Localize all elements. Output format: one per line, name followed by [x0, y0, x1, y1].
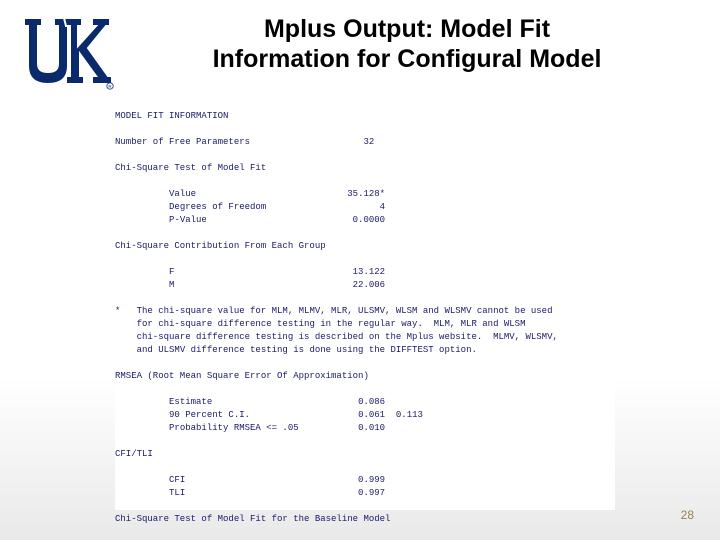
uk-logo-icon: R	[18, 12, 114, 92]
lbl-chisq-value: Value	[169, 189, 196, 199]
output-text: MODEL FIT INFORMATION Number of Free Par…	[115, 110, 615, 540]
val-chisq-df: 4	[380, 202, 385, 212]
lbl-chisq-df: Degrees of Freedom	[169, 202, 266, 212]
val-group-f: 13.122	[353, 267, 385, 277]
lbl-chisq-p: P-Value	[169, 215, 207, 225]
title-line-1: Mplus Output: Model Fit	[264, 15, 550, 43]
lbl-rmsea-p: Probability RMSEA <= .05	[169, 423, 299, 433]
val-tli: 0.997	[358, 488, 385, 498]
val-free-params: 32	[363, 137, 374, 147]
sec-chisq-group: Chi-Square Contribution From Each Group	[115, 241, 326, 251]
val-chisq-p: 0.0000	[353, 215, 385, 225]
uk-logo: R	[18, 12, 114, 92]
mplus-output: MODEL FIT INFORMATION Number of Free Par…	[115, 110, 615, 510]
note-l2: for chi-square difference testing in the…	[137, 319, 526, 329]
note-star: *	[115, 306, 120, 316]
note-l4: and ULSMV difference testing is done usi…	[137, 345, 477, 355]
val-group-m: 22.006	[353, 280, 385, 290]
sec-rmsea: RMSEA (Root Mean Square Error Of Approxi…	[115, 371, 369, 381]
val-rmsea-ci-lo: 0.061	[358, 410, 385, 420]
note-l1: The chi-square value for MLM, MLMV, MLR,…	[137, 306, 553, 316]
lbl-rmsea-est: Estimate	[169, 397, 212, 407]
sec-cfitli: CFI/TLI	[115, 449, 153, 459]
note-l3: chi-square difference testing is describ…	[137, 332, 558, 342]
lbl-free-params: Number of Free Parameters	[115, 137, 250, 147]
slide-title: Mplus Output: Model Fit Information for …	[114, 8, 700, 74]
sec-model-fit: MODEL FIT INFORMATION	[115, 111, 228, 121]
lbl-tli: TLI	[169, 488, 185, 498]
val-rmsea-p: 0.010	[358, 423, 385, 433]
header: R Mplus Output: Model Fit Information fo…	[0, 0, 720, 92]
val-cfi: 0.999	[358, 475, 385, 485]
val-chisq-value: 35.128*	[347, 189, 385, 199]
val-rmsea-est: 0.086	[358, 397, 385, 407]
title-line-2: Information for Configural Model	[213, 45, 602, 73]
slide: R Mplus Output: Model Fit Information fo…	[0, 0, 720, 540]
lbl-rmsea-ci: 90 Percent C.I.	[169, 410, 250, 420]
lbl-group-f: F	[169, 267, 174, 277]
sec-baseline: Chi-Square Test of Model Fit for the Bas…	[115, 514, 390, 524]
val-rmsea-ci-hi: 0.113	[396, 410, 423, 420]
lbl-group-m: M	[169, 280, 174, 290]
sec-chisq: Chi-Square Test of Model Fit	[115, 163, 266, 173]
lbl-cfi: CFI	[169, 475, 185, 485]
page-number: 28	[681, 508, 694, 522]
